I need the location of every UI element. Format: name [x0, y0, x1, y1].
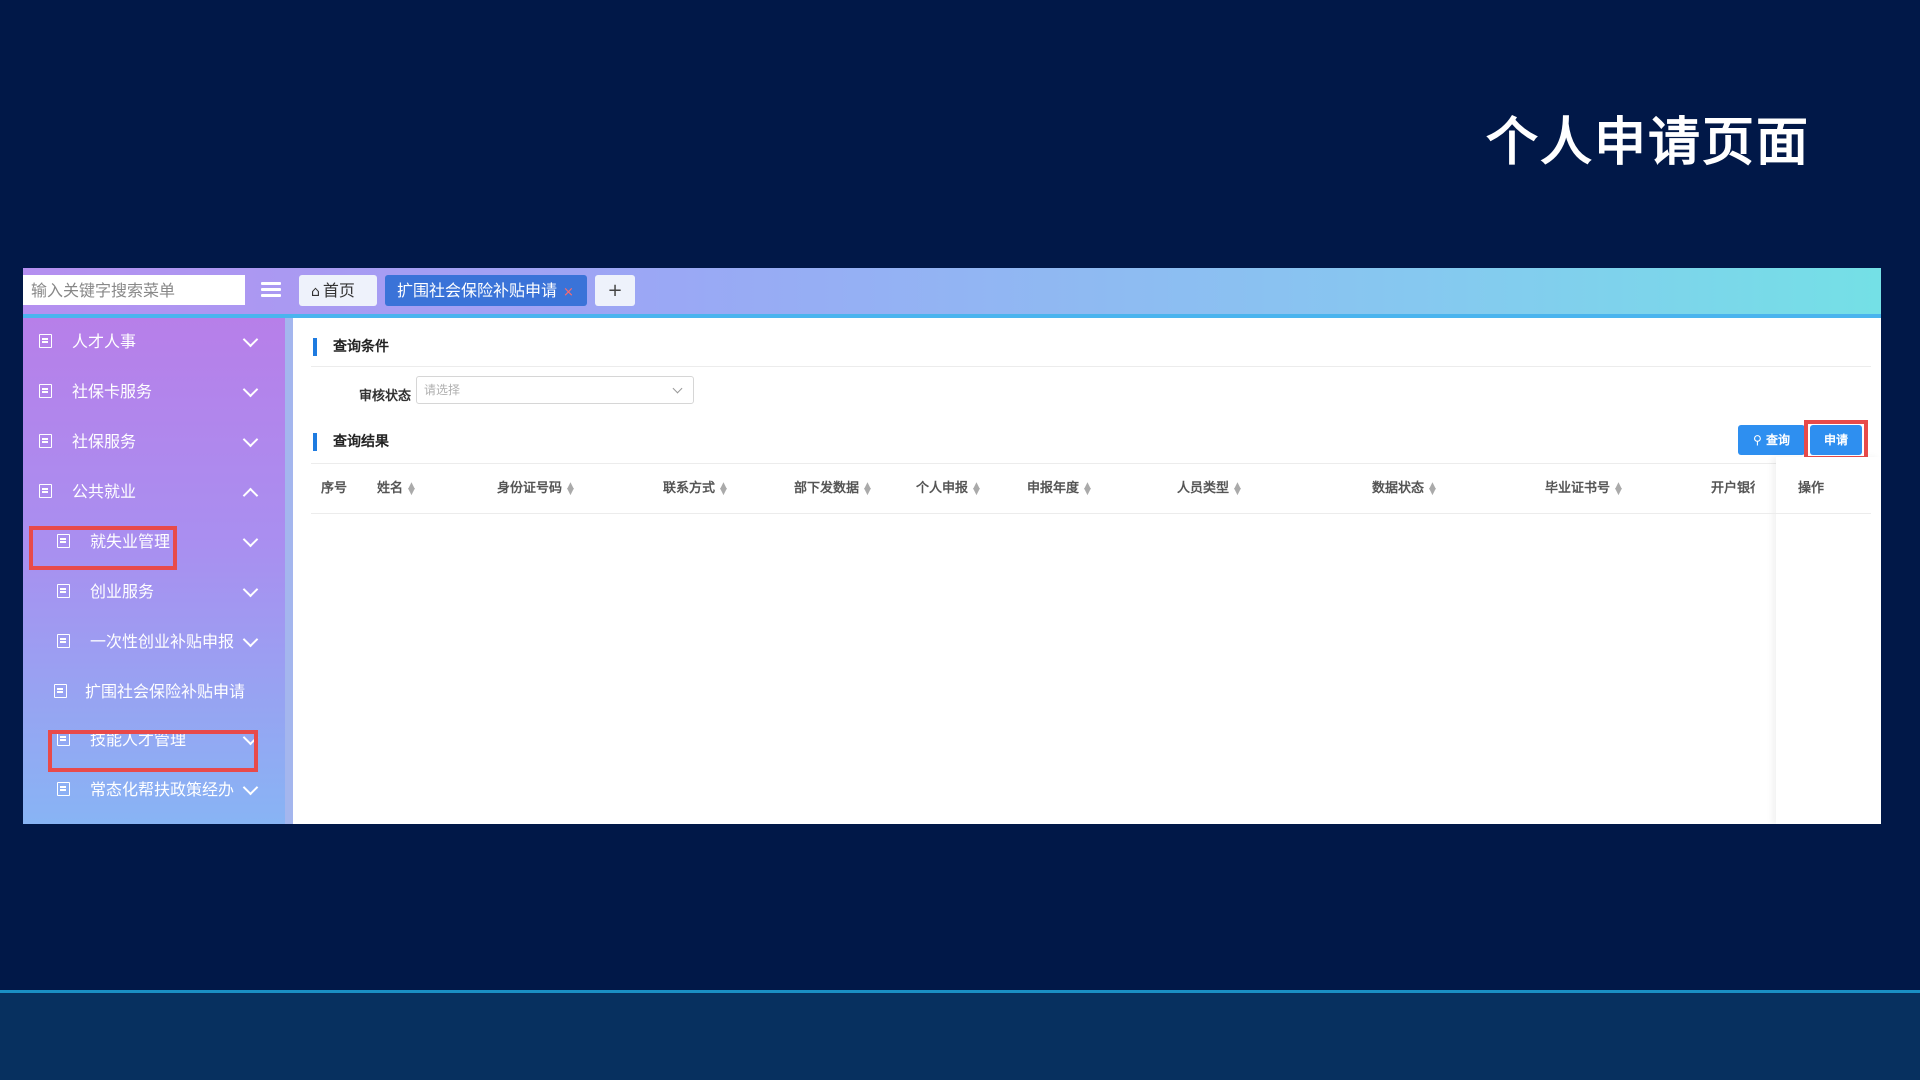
- column-header-dispatched-data[interactable]: 部下发数据 ▲ ▼: [794, 477, 871, 496]
- chevron-down-icon: [242, 431, 259, 448]
- sidebar-item-social-card[interactable]: 社保卡服务: [23, 372, 285, 412]
- sidebar-item-label: 社保卡服务: [72, 382, 153, 401]
- top-bar: ⌂首页 扩围社会保险补贴申请 × +: [23, 268, 1881, 318]
- column-header-index: 序号: [321, 481, 348, 496]
- sort-icon: ▲ ▼: [1615, 480, 1622, 497]
- sort-icon: ▲ ▼: [1234, 480, 1241, 497]
- sort-icon: ▲ ▼: [408, 480, 415, 497]
- sidebar-item-label: 常态化帮扶政策经办: [90, 780, 235, 799]
- main-content: 查询条件 审核状态 请选择 查询结果 ⚲ 查询 申请 序号 姓名 ▲ ▼ 身份证号码…: [293, 318, 1881, 824]
- sort-icon: ▲ ▼: [1084, 480, 1091, 497]
- document-icon: [57, 732, 70, 746]
- document-icon: [39, 384, 52, 398]
- document-icon: [54, 684, 67, 698]
- sidebar-divider: [285, 318, 293, 824]
- chevron-down-icon: [242, 381, 259, 398]
- document-icon: [39, 334, 52, 348]
- column-header-id-number[interactable]: 身份证号码 ▲ ▼: [497, 477, 574, 496]
- document-icon: [57, 782, 70, 796]
- home-icon: ⌂: [311, 284, 320, 300]
- sidebar-item-label: 扩围社会保险补贴申请: [85, 682, 246, 701]
- footer-band: [0, 993, 1920, 1080]
- chevron-down-icon: [672, 383, 683, 394]
- query-section-title: 查询条件: [313, 338, 389, 356]
- tab-subsidy-label: 扩围社会保险补贴申请: [397, 281, 558, 300]
- document-icon: [57, 534, 70, 548]
- document-icon: [39, 434, 52, 448]
- status-select-placeholder: 请选择: [424, 383, 461, 397]
- sort-icon: ▲ ▼: [973, 480, 980, 497]
- sort-icon: ▲ ▼: [720, 480, 727, 497]
- result-section-title: 查询结果: [313, 433, 389, 451]
- apply-button[interactable]: 申请: [1810, 425, 1862, 455]
- menu-toggle-icon[interactable]: [261, 282, 281, 298]
- sort-icon: ▲ ▼: [864, 480, 871, 497]
- filter-label: 审核状态: [359, 389, 412, 404]
- divider: [311, 513, 1871, 514]
- query-button[interactable]: ⚲ 查询: [1738, 425, 1805, 455]
- document-icon: [57, 634, 70, 648]
- column-header-data-status[interactable]: 数据状态 ▲ ▼: [1372, 477, 1436, 496]
- sidebar-item-insurance-subsidy[interactable]: 扩围社会保险补贴申请: [23, 672, 285, 712]
- column-header-declaration-year[interactable]: 申报年度 ▲ ▼: [1027, 477, 1091, 496]
- document-icon: [39, 484, 52, 498]
- sort-icon: ▲ ▼: [1429, 480, 1436, 497]
- chevron-down-icon: [242, 779, 259, 796]
- add-tab-button[interactable]: +: [595, 275, 635, 306]
- menu-search-input[interactable]: [23, 275, 245, 305]
- sidebar-item-startup-subsidy[interactable]: 一次性创业补贴申报: [23, 622, 285, 662]
- column-header-bank: 开户银行: [1711, 481, 1755, 496]
- chevron-down-icon: [242, 581, 259, 598]
- sidebar-item-assistance-policy[interactable]: 常态化帮扶政策经办: [23, 770, 285, 810]
- query-button-label: 查询: [1765, 433, 1790, 447]
- tab-home-label: 首页: [322, 281, 355, 300]
- sidebar-item-label: 一次性创业补贴申报: [90, 632, 235, 651]
- sidebar-item-label: 社保服务: [72, 432, 137, 451]
- sidebar-item-public-employment[interactable]: 公共就业: [23, 472, 285, 512]
- document-icon: [57, 584, 70, 598]
- column-header-person-type[interactable]: 人员类型 ▲ ▼: [1177, 477, 1241, 496]
- sidebar-item-label: 创业服务: [90, 582, 155, 601]
- slide-title: 个人申请页面: [1485, 113, 1810, 173]
- chevron-up-icon: [242, 487, 259, 504]
- column-header-diploma-number[interactable]: 毕业证书号 ▲ ▼: [1545, 477, 1622, 496]
- sidebar-item-talent-hr[interactable]: 人才人事: [23, 322, 285, 362]
- chevron-down-icon: [242, 729, 259, 746]
- sidebar-item-unemployment[interactable]: 就失业管理: [23, 522, 285, 562]
- sidebar-item-entrepreneurship[interactable]: 创业服务: [23, 572, 285, 612]
- tab-home[interactable]: ⌂ 首页: [299, 275, 377, 306]
- sidebar-item-label: 就失业管理: [90, 532, 171, 551]
- sidebar: 人才人事 社保卡服务 社保服务 公共就业 就失业管理 创业服务 一次性创业补贴申…: [23, 318, 285, 824]
- column-header-actions: 操作: [1798, 481, 1825, 496]
- sidebar-item-label: 人才人事: [72, 332, 137, 351]
- column-header-name[interactable]: 姓名 ▲ ▼: [377, 477, 415, 496]
- app-window: ⌂首页 扩围社会保险补贴申请 × + 人才人事 社保卡服务 社保服务 公共就业: [23, 268, 1881, 824]
- chevron-down-icon: [242, 631, 259, 648]
- status-select[interactable]: 请选择: [416, 376, 694, 404]
- sidebar-item-label: 技能人才管理: [90, 730, 187, 749]
- column-header-personal-declaration[interactable]: 个人申报 ▲ ▼: [916, 477, 980, 496]
- table-header: 序号 姓名 ▲ ▼ 身份证号码 ▲ ▼ 联系方式 ▲ ▼ 部下发数据 ▲ ▼ 个人申报 ▲ ▼ 申报…: [311, 457, 1869, 513]
- sidebar-item-social-security[interactable]: 社保服务: [23, 422, 285, 462]
- sidebar-item-skilled-talent[interactable]: 技能人才管理: [23, 720, 285, 760]
- search-icon: ⚲: [1753, 433, 1762, 447]
- chevron-down-icon: [242, 531, 259, 548]
- close-icon[interactable]: ×: [563, 285, 574, 300]
- tab-subsidy-application[interactable]: 扩围社会保险补贴申请 ×: [385, 275, 587, 306]
- sort-icon: ▲ ▼: [567, 480, 574, 497]
- chevron-down-icon: [242, 331, 259, 348]
- column-header-contact[interactable]: 联系方式 ▲ ▼: [663, 477, 727, 496]
- sidebar-item-label: 公共就业: [72, 482, 137, 501]
- divider: [311, 366, 1871, 367]
